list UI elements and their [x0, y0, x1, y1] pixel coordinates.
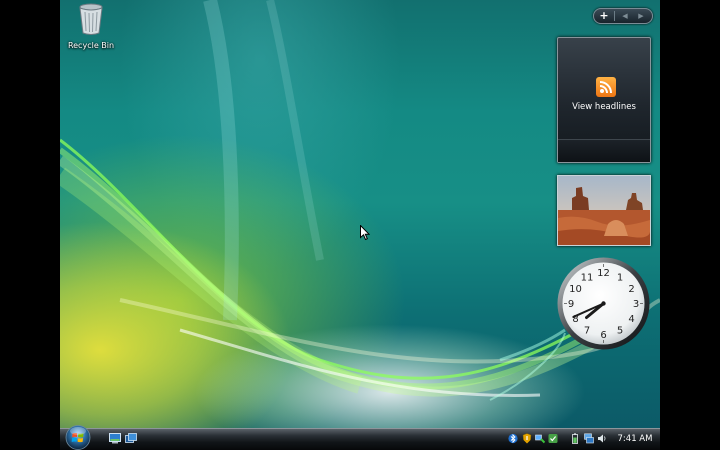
clock-numeral: 1	[617, 273, 623, 284]
windows-defender-icon[interactable]	[548, 433, 558, 444]
clock-numeral: 12	[597, 268, 610, 279]
start-button[interactable]	[65, 425, 91, 450]
clock-numeral: 10	[569, 284, 582, 295]
desktop[interactable]: Recycle Bin + ◀ ▶ View headlines 12 1 2 …	[60, 0, 660, 450]
clock-numeral: 3	[633, 299, 639, 310]
view-headlines-link[interactable]: View headlines	[558, 102, 650, 112]
recycle-bin-icon	[79, 3, 103, 35]
security-shield-icon[interactable]	[522, 433, 532, 444]
network-status-icon[interactable]	[535, 433, 545, 444]
clock-numeral: 4	[628, 314, 634, 325]
recycle-bin[interactable]: Recycle Bin	[62, 2, 120, 50]
show-desktop-icon[interactable]	[109, 433, 121, 444]
sidebar-controls-divider	[614, 11, 615, 21]
previous-page-button[interactable]: ◀	[618, 9, 632, 23]
clock-gadget[interactable]: 12 1 2 3 4 5 6 7 8 9 10 11	[556, 256, 651, 351]
battery-icon[interactable]	[570, 433, 580, 444]
bluetooth-icon[interactable]	[508, 433, 518, 444]
slideshow-gadget[interactable]	[557, 175, 651, 246]
network-icon[interactable]	[584, 433, 594, 444]
mouse-cursor-icon	[360, 225, 370, 241]
clock-center-pin	[601, 301, 606, 306]
feed-gadget-footer	[558, 139, 650, 162]
next-page-button[interactable]: ▶	[634, 9, 648, 23]
clock-numeral: 2	[628, 284, 634, 295]
screen: Recycle Bin + ◀ ▶ View headlines 12 1 2 …	[0, 0, 720, 450]
rss-icon	[596, 77, 616, 97]
desert-photo	[558, 176, 650, 245]
clock-numeral: 7	[584, 326, 590, 337]
volume-icon[interactable]	[597, 433, 607, 444]
clock-numeral: 6	[600, 330, 606, 341]
switch-windows-icon[interactable]	[125, 433, 137, 444]
clock-numeral: 11	[581, 273, 594, 284]
add-gadget-button[interactable]: +	[594, 9, 614, 23]
recycle-bin-label: Recycle Bin	[67, 41, 115, 50]
clock-numeral: 5	[617, 326, 623, 337]
taskbar-clock[interactable]: 7:41 AM	[615, 428, 655, 450]
clock-numeral: 9	[568, 299, 574, 310]
feed-headlines-gadget[interactable]: View headlines	[557, 37, 651, 163]
sidebar-controls: + ◀ ▶	[593, 8, 653, 24]
